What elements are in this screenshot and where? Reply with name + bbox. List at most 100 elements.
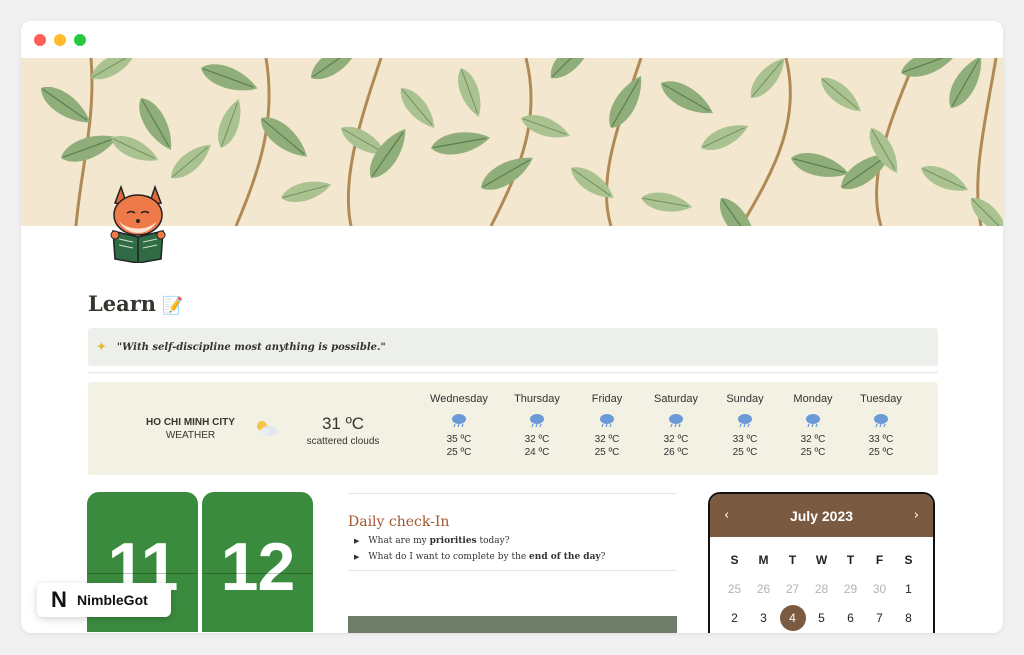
calendar-day[interactable]: 3 <box>751 605 777 631</box>
forecast-low: 24 ºC <box>524 447 550 458</box>
calendar-grid: S M T W T F S 25 26 27 28 29 30 1 2 3 4 <box>710 545 933 632</box>
forecast-high: 32 ºC <box>663 434 689 445</box>
embedded-image[interactable] <box>348 616 677 633</box>
nimblegot-logo-icon: N <box>51 587 67 612</box>
nimblegot-watermark: N NimbleGot <box>37 583 171 617</box>
toggle-text-pre: What do I want to complete by the <box>368 552 530 562</box>
forecast-low: 25 ºC <box>446 447 472 458</box>
weather-city: HO CHI MINH CITY <box>146 417 235 428</box>
close-window-button[interactable] <box>34 34 46 46</box>
calendar-day[interactable]: 28 <box>809 576 835 602</box>
forecast-day-name: Wednesday <box>430 393 488 405</box>
calendar-day[interactable]: 2 <box>722 605 748 631</box>
weather-location: HO CHI MINH CITY WEATHER <box>123 417 258 441</box>
flip-seam <box>202 573 313 574</box>
checkin-heading[interactable]: Daily check-In <box>348 514 677 530</box>
calendar-day[interactable]: 5 <box>809 605 835 631</box>
toggle-triangle-icon[interactable]: ▶ <box>354 553 359 561</box>
calendar-day-today[interactable]: 4 <box>779 604 806 631</box>
toggle-item[interactable]: ▶ What are my priorities today? <box>348 536 677 546</box>
toggle-text: What are my priorities today? <box>368 536 509 546</box>
forecast-day-name: Tuesday <box>860 393 902 405</box>
forecast-day: Friday 32 ºC 25 ºC <box>567 393 647 459</box>
chevron-right-icon[interactable]: › <box>914 508 919 523</box>
forecast-day: Thursday 32 ºC 24 ºC <box>497 393 577 459</box>
divider <box>348 493 677 494</box>
weekday-label: T <box>846 552 855 567</box>
forecast-high: 32 ºC <box>524 434 550 445</box>
toggle-triangle-icon[interactable]: ▶ <box>354 537 359 545</box>
calendar-day[interactable]: 30 <box>867 576 893 602</box>
weekday-label: F <box>875 552 884 567</box>
rain-cloud-icon <box>419 413 499 429</box>
forecast-high: 32 ºC <box>594 434 620 445</box>
toggle-text: What do I want to complete by the end of… <box>368 552 605 562</box>
calendar-header: ‹ July 2023 › <box>710 494 933 537</box>
clock-minutes: 12 <box>220 529 296 605</box>
fox-icon <box>110 184 166 264</box>
forecast-low: 25 ºC <box>868 447 894 458</box>
app-window: Learn 📝 ✦ "With self-discipline most anyt… <box>21 21 1003 633</box>
sparkles-icon: ✦ <box>96 339 107 355</box>
toggle-text-pre: What are my <box>368 536 430 546</box>
calendar-widget: ‹ July 2023 › S M T W T F S 25 26 27 28 … <box>708 492 935 633</box>
weather-description: scattered clouds <box>306 436 380 447</box>
partly-cloudy-icon <box>254 418 278 443</box>
weekday-label: T <box>788 552 797 567</box>
forecast-day: Saturday 32 ºC 26 ºC <box>636 393 716 459</box>
weekday-label: S <box>730 552 739 567</box>
forecast-day-name: Saturday <box>653 393 699 405</box>
toggle-text-post: ? <box>600 552 606 562</box>
minimize-window-button[interactable] <box>54 34 66 46</box>
calendar-day[interactable]: 8 <box>896 605 922 631</box>
rain-cloud-icon <box>497 413 577 429</box>
divider <box>88 372 938 373</box>
toggle-text-post: today? <box>476 536 510 546</box>
calendar-week-row: 2 3 4 5 6 7 8 <box>710 603 933 632</box>
current-temperature: 31 ºC <box>321 414 365 433</box>
calendar-day[interactable]: 6 <box>838 605 864 631</box>
calendar-month: July 2023 <box>789 507 854 524</box>
weather-widget[interactable]: HO CHI MINH CITY WEATHER 31 ºC scattered… <box>88 382 938 475</box>
forecast-low: 26 ºC <box>663 447 689 458</box>
nimblegot-brand: NimbleGot <box>77 592 148 608</box>
title-bar <box>21 21 1003 58</box>
toggle-item[interactable]: ▶ What do I want to complete by the end … <box>348 552 677 562</box>
flip-clock-minutes: 12 <box>202 492 313 632</box>
calendar-weekday-row: S M T W T F S <box>710 545 933 574</box>
toggle-text-bold: end of the day <box>529 552 601 562</box>
page-title[interactable]: Learn 📝 <box>88 291 183 316</box>
forecast-day-name: Friday <box>591 393 623 405</box>
current-weather: 31 ºC scattered clouds <box>293 414 393 447</box>
rain-cloud-icon <box>841 413 921 429</box>
fox-reading-page-icon[interactable] <box>105 179 171 264</box>
weekday-label: W <box>815 552 828 567</box>
calendar-week-row: 25 26 27 28 29 30 1 <box>710 574 933 603</box>
chevron-left-icon[interactable]: ‹ <box>724 508 729 523</box>
flip-seam <box>87 573 198 574</box>
weekday-label: M <box>758 552 769 567</box>
calendar-day[interactable]: 1 <box>896 576 922 602</box>
forecast-high: 35 ºC <box>446 434 472 445</box>
memo-icon: 📝 <box>162 296 184 316</box>
calendar-day[interactable]: 7 <box>867 605 893 631</box>
forecast-day: Tuesday 33 ºC 25 ºC <box>841 393 921 459</box>
maximize-window-button[interactable] <box>74 34 86 46</box>
daily-checkin-section: Daily check-In ▶ What are my priorities … <box>348 493 677 571</box>
calendar-day[interactable]: 29 <box>838 576 864 602</box>
forecast-low: 25 ºC <box>594 447 620 458</box>
divider <box>348 570 677 571</box>
forecast-day-name: Thursday <box>514 393 560 405</box>
calendar-day[interactable]: 26 <box>751 576 777 602</box>
rain-cloud-icon <box>567 413 647 429</box>
weekday-label: S <box>904 552 913 567</box>
toggle-text-bold: priorities <box>429 536 477 546</box>
weather-label: WEATHER <box>165 430 216 441</box>
forecast-high: 33 ºC <box>868 434 894 445</box>
page-title-text: Learn <box>88 291 157 316</box>
quote-callout[interactable]: ✦ "With self-discipline most anything is… <box>88 328 938 366</box>
calendar-day[interactable]: 27 <box>780 576 806 602</box>
quote-text: "With self-discipline most anything is p… <box>116 341 386 353</box>
forecast-day: Wednesday 35 ºC 25 ºC <box>419 393 499 459</box>
calendar-day[interactable]: 25 <box>722 576 748 602</box>
